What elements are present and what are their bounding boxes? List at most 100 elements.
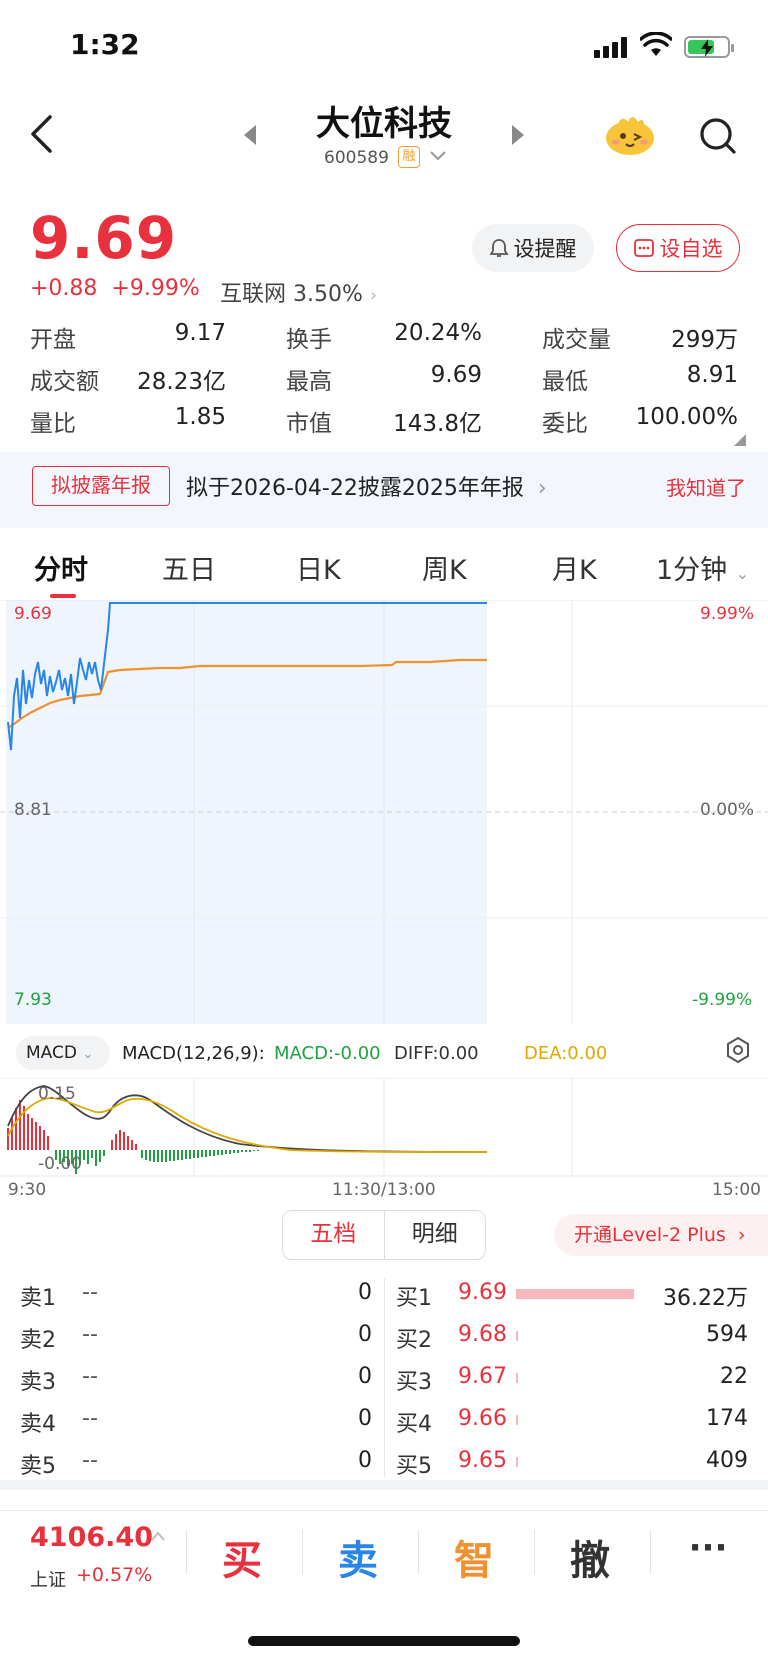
- sector-label: 互联网 3.50%: [220, 282, 363, 307]
- sell-2-price: --: [82, 1322, 98, 1347]
- sell-button[interactable]: 卖: [318, 1528, 398, 1586]
- order-book-divider: [384, 1278, 385, 1478]
- buy-4-volume: 174: [706, 1406, 748, 1431]
- action-separator: [302, 1530, 303, 1574]
- cancel-order-button[interactable]: 撤: [550, 1528, 630, 1586]
- stat-low-value: 8.91: [686, 362, 738, 388]
- sell-1-name: 卖1: [20, 1286, 56, 1311]
- level2-label: 开通Level-2 Plus: [574, 1224, 726, 1246]
- expand-corner-icon[interactable]: [734, 434, 746, 446]
- tab-monthly-k[interactable]: 月K: [552, 548, 597, 587]
- stat-vol-ratio-value: 1.85: [174, 404, 226, 430]
- bottom-bar-border: [0, 1510, 768, 1511]
- buy-3-price: 9.67: [458, 1364, 507, 1389]
- level2-upgrade-button[interactable]: 开通Level-2 Plus ›: [554, 1214, 768, 1256]
- stat-volume-label: 成交量: [542, 327, 611, 353]
- next-stock-icon[interactable]: [510, 124, 526, 146]
- sell-4-price: --: [82, 1406, 98, 1431]
- more-icon[interactable]: ···: [668, 1528, 748, 1568]
- y-axis-prev-close: 8.81: [14, 800, 52, 820]
- cellular-signal-icon: [594, 36, 628, 58]
- time-midday: 11:30/13:00: [332, 1180, 436, 1200]
- index-name: 上证: [30, 1570, 66, 1591]
- tab-five-day[interactable]: 五日: [162, 548, 216, 587]
- y-axis-bottom-price: 7.93: [14, 990, 52, 1010]
- index-value: 4106.40: [30, 1522, 153, 1553]
- status-time: 1:32: [70, 28, 140, 61]
- buy-1-name: 买1: [396, 1286, 432, 1311]
- home-indicator: [248, 1636, 520, 1646]
- buy-1-volume: 36.22万: [663, 1286, 748, 1311]
- macd-y-high: 0.15: [38, 1084, 76, 1104]
- order-book-tabs: 五档 明细: [282, 1210, 486, 1260]
- stat-low-label: 最低: [542, 369, 588, 395]
- macd-y-low: -0.00: [38, 1154, 82, 1174]
- buy-1-price: 9.69: [458, 1280, 507, 1305]
- sell-3-volume: 0: [358, 1364, 372, 1389]
- buy-button[interactable]: 买: [202, 1528, 282, 1586]
- sell-3-price: --: [82, 1364, 98, 1389]
- stat-mktcap-value: 143.8亿: [393, 411, 482, 437]
- buy-3-volume-bar: [516, 1373, 518, 1383]
- prev-stock-icon[interactable]: [242, 124, 258, 146]
- indicator-select[interactable]: MACD ⌄: [16, 1036, 110, 1070]
- macd-dea: DEA:0.00: [524, 1043, 608, 1064]
- stat-high-label: 最高: [286, 369, 332, 395]
- buy-1-volume-bar: [516, 1289, 634, 1299]
- stat-amount-label: 成交额: [30, 369, 99, 395]
- stat-open-value: 9.17: [174, 320, 226, 346]
- intraday-chart[interactable]: [0, 600, 768, 1024]
- stock-name: 大位科技: [316, 104, 452, 144]
- stat-high-value: 9.69: [430, 362, 482, 388]
- sell-4-volume: 0: [358, 1406, 372, 1431]
- time-close: 15:00: [712, 1180, 761, 1200]
- buy-5-volume-bar: [516, 1457, 518, 1467]
- sell-5-price: --: [82, 1448, 98, 1473]
- margin-badge: 融: [398, 146, 420, 168]
- chevron-up-icon: [151, 1531, 165, 1541]
- indicator-settings-icon[interactable]: [724, 1036, 752, 1064]
- chevron-right-icon: ›: [530, 476, 547, 501]
- tab-weekly-k[interactable]: 周K: [422, 548, 467, 587]
- set-alert-button[interactable]: 设提醒: [472, 224, 594, 272]
- smart-trade-button[interactable]: 智: [434, 1528, 514, 1586]
- chevron-down-icon: ⌄: [735, 564, 750, 583]
- sector-link[interactable]: 互联网 3.50% ›: [220, 276, 377, 308]
- buy-5-price: 9.65: [458, 1448, 507, 1473]
- current-price: 9.69: [30, 204, 178, 272]
- tab-one-minute-label: 1分钟: [656, 555, 728, 586]
- macd-chart[interactable]: [0, 1078, 768, 1178]
- sell-4-name: 卖4: [20, 1412, 56, 1437]
- add-watchlist-label: 设自选: [659, 237, 723, 261]
- wifi-icon: [640, 32, 672, 56]
- buy-5-volume: 409: [706, 1448, 748, 1473]
- tab-intraday[interactable]: 分时: [34, 548, 88, 587]
- tab-tick-detail[interactable]: 明细: [385, 1211, 486, 1259]
- search-icon[interactable]: [698, 116, 738, 156]
- back-icon[interactable]: [28, 114, 54, 154]
- indicator-select-label: MACD: [26, 1043, 77, 1063]
- y-axis-mid-pct: 0.00%: [700, 800, 755, 820]
- tab-five-levels[interactable]: 五档: [283, 1211, 385, 1259]
- sell-1-price: --: [82, 1280, 98, 1305]
- stat-turnover-value: 20.24%: [394, 320, 482, 346]
- action-separator: [534, 1530, 535, 1574]
- add-watchlist-button[interactable]: 设自选: [616, 224, 740, 272]
- buy-3-name: 买3: [396, 1370, 432, 1395]
- buy-4-name: 买4: [396, 1412, 432, 1437]
- banner-text-link[interactable]: 拟于2026-04-22披露2025年年报 ›: [186, 470, 547, 502]
- action-separator: [186, 1530, 187, 1574]
- y-axis-bottom-pct: -9.99%: [692, 990, 753, 1010]
- banner-dismiss-button[interactable]: 我知道了: [666, 472, 746, 501]
- chevron-down-icon[interactable]: [428, 146, 448, 166]
- tab-daily-k[interactable]: 日K: [296, 548, 341, 587]
- tab-one-minute[interactable]: 1分钟 ⌄: [656, 548, 749, 587]
- mascot-icon[interactable]: [604, 112, 656, 156]
- chevron-down-icon: ⌄: [82, 1047, 94, 1062]
- action-separator: [418, 1530, 419, 1574]
- buy-5-name: 买5: [396, 1454, 432, 1479]
- macd-params: MACD(12,26,9):: [122, 1043, 265, 1064]
- price-change-row: +0.88 +9.99%: [30, 276, 200, 301]
- buy-2-volume-bar: [516, 1331, 518, 1341]
- macd-value: MACD:-0.00: [274, 1043, 381, 1064]
